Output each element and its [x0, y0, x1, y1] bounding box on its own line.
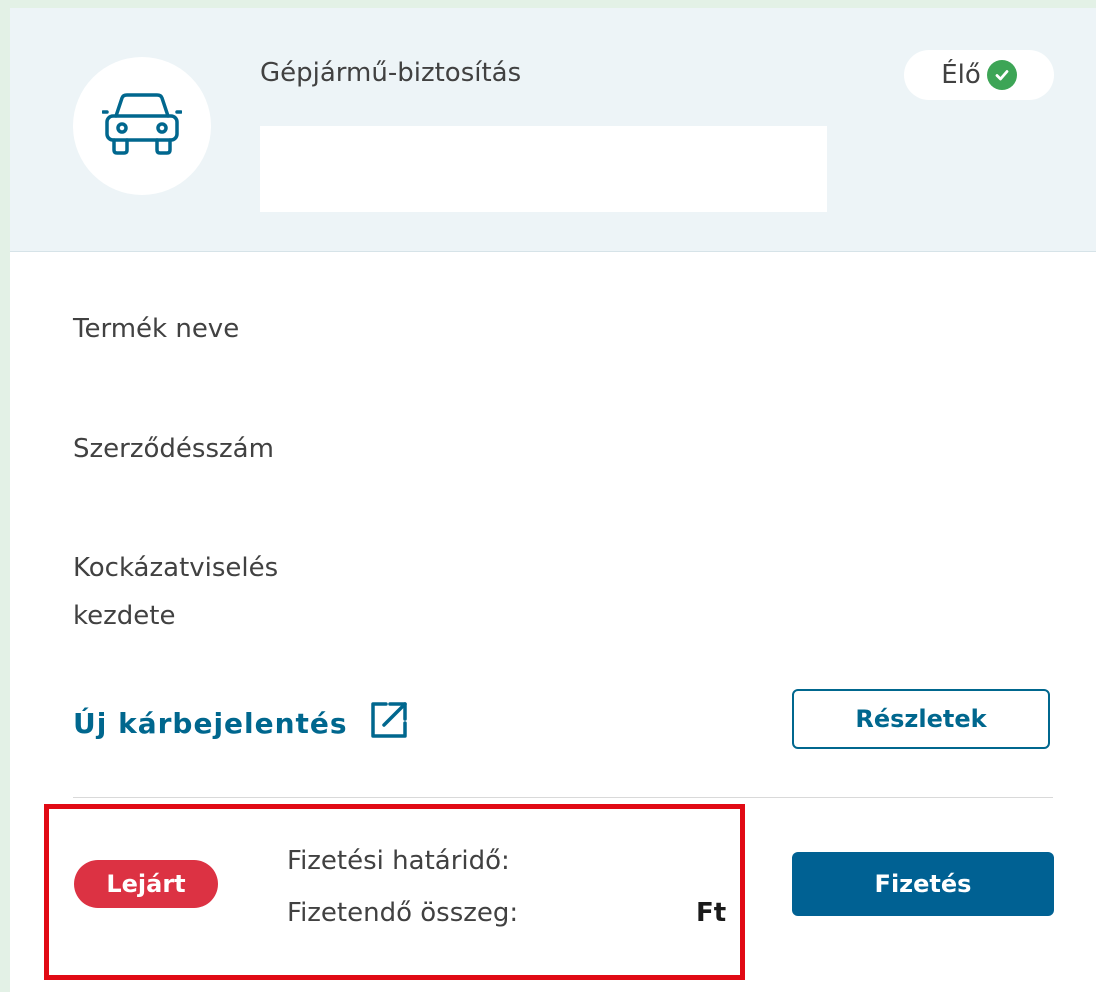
contract-number-label: Szerződésszám — [73, 434, 274, 464]
product-category-title: Gépjármű-biztosítás — [260, 58, 522, 88]
policy-card: Gépjármű-biztosítás Élő Termék neve Szer… — [10, 8, 1096, 992]
policy-status-badge: Élő — [904, 50, 1054, 100]
amount-currency: Ft — [696, 898, 727, 928]
payment-deadline-label: Fizetési határidő: — [287, 846, 510, 876]
external-link-icon — [370, 701, 408, 746]
amount-due-label: Fizetendő összeg: — [287, 898, 519, 928]
check-circle-icon — [986, 60, 1017, 90]
new-claim-link[interactable]: Új kárbejelentés — [73, 698, 408, 748]
coverage-start-label: Kockázatviselés kezdete — [73, 544, 278, 640]
details-button[interactable]: Részletek — [792, 689, 1050, 749]
coverage-start-label-line1: Kockázatviselés — [73, 553, 279, 583]
expired-status-badge: Lejárt — [74, 860, 218, 908]
car-icon — [101, 90, 183, 162]
divider — [73, 797, 1053, 798]
pay-button[interactable]: Fizetés — [792, 852, 1054, 916]
product-name-label: Termék neve — [73, 314, 240, 344]
policy-header: Gépjármű-biztosítás Élő — [10, 8, 1096, 252]
redacted-policy-info — [260, 126, 827, 212]
coverage-start-label-line2: kezdete — [73, 601, 176, 631]
product-avatar — [73, 57, 211, 195]
new-claim-link-label: Új kárbejelentés — [73, 706, 348, 740]
status-label: Élő — [941, 60, 981, 90]
